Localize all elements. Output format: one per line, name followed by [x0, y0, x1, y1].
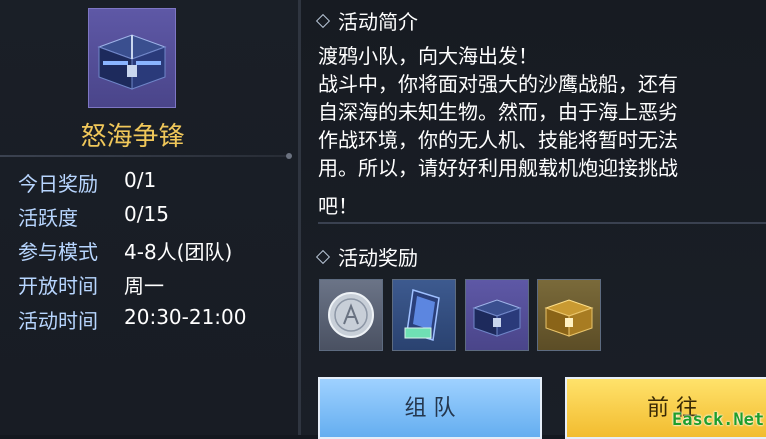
intro-heading: 活动简介	[315, 6, 418, 35]
info-value: 周一	[124, 274, 164, 298]
info-label: 活跃度	[18, 206, 78, 230]
intro-line: 渡鸦小队，向大海出发！	[318, 44, 538, 68]
gold-chest-icon	[544, 299, 594, 337]
event-chest-icon	[88, 8, 176, 108]
reward-blueprint[interactable]	[392, 279, 456, 351]
reward-silver-coin[interactable]	[319, 279, 383, 351]
reward-gold-chest[interactable]	[537, 279, 601, 351]
info-label: 开放时间	[18, 274, 98, 298]
info-value: 0/1	[124, 168, 157, 192]
silver-coin-icon	[328, 292, 374, 338]
intro-line: 战斗中，你将面对强大的沙鹰战船，还有	[318, 72, 678, 96]
diamond-bullet-icon	[315, 249, 331, 264]
blue-chest-icon	[472, 299, 522, 337]
team-up-button[interactable]: 组 队	[318, 377, 542, 439]
intro-line: 用。所以，请好好利用舰载机炮迎接挑战	[318, 156, 678, 180]
rewards-heading: 活动奖励	[315, 242, 418, 271]
panel-divider	[298, 0, 301, 435]
info-value: 0/15	[124, 202, 169, 226]
intro-line: 作战环境，你的无人机、技能将暂时无法	[318, 128, 678, 152]
diamond-bullet-icon	[315, 13, 331, 28]
info-label: 今日奖励	[18, 172, 98, 196]
intro-line: 自深海的未知生物。然而，由于海上恶劣	[318, 100, 678, 124]
event-title: 怒海争锋	[80, 122, 185, 152]
info-label: 参与模式	[18, 240, 98, 264]
info-value: 20:30-21:00	[124, 305, 247, 329]
watermark-text: Easck.Net	[672, 410, 765, 430]
info-separator	[0, 153, 292, 159]
blueprint-card-icon	[404, 289, 440, 341]
intro-line: 吧！	[318, 194, 358, 218]
info-label: 活动时间	[18, 309, 98, 333]
reward-blue-chest[interactable]	[465, 279, 529, 351]
info-value: 4-8人(团队)	[124, 240, 233, 264]
intro-separator	[318, 222, 766, 224]
